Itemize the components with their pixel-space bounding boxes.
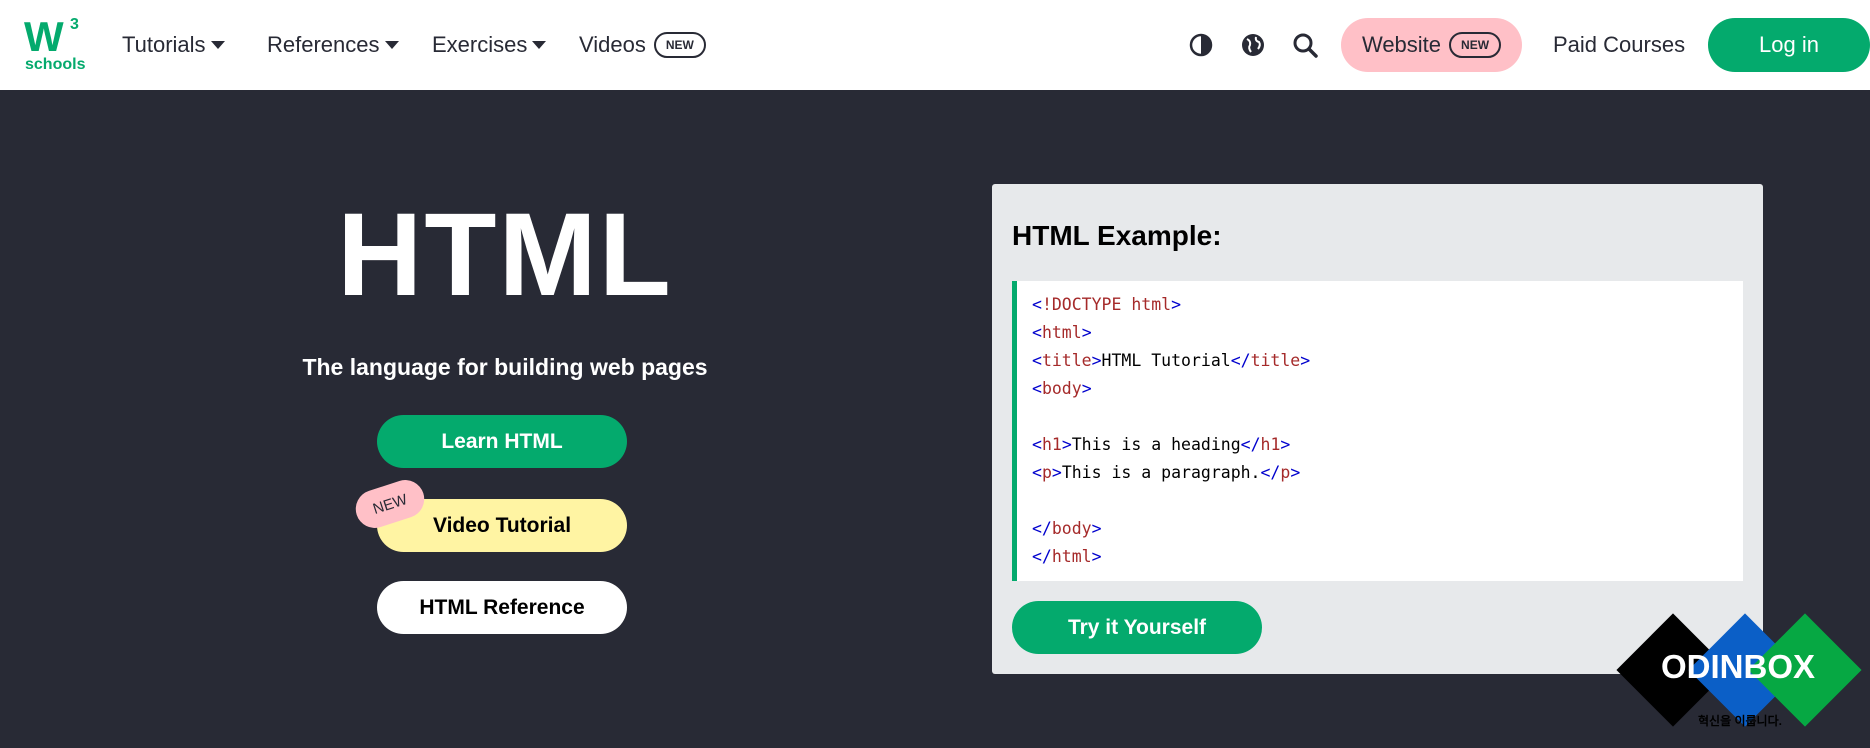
globe-icon[interactable] — [1238, 30, 1268, 60]
paid-courses-label: Paid Courses — [1553, 32, 1686, 57]
nav-videos-label: Videos — [579, 32, 646, 57]
website-label: Website — [1361, 32, 1442, 57]
logo-w: W — [24, 13, 64, 60]
code-text: This is a paragraph. — [1061, 463, 1261, 482]
code-tag: h1 — [1260, 435, 1281, 454]
nav-videos[interactable]: Videos NEW — [579, 28, 706, 62]
code-tag: body — [1051, 519, 1092, 538]
odinbox-watermark: ODINBOX 혁신을 이룹니다. — [1616, 612, 1862, 734]
code-line: <body> — [1032, 379, 1092, 398]
nav-exercises[interactable]: Exercises — [432, 28, 547, 62]
caret-down-icon — [532, 41, 547, 49]
code-line: <p>This is a paragraph.</p> — [1032, 463, 1301, 482]
logo-schools: schools — [25, 56, 86, 73]
code-text: HTML Tutorial — [1101, 351, 1231, 370]
code-tag: p — [1280, 463, 1291, 482]
code-line: </body> — [1032, 519, 1102, 538]
example-title: HTML Example: — [1012, 220, 1222, 251]
paid-courses-link[interactable]: Paid Courses — [1553, 28, 1685, 62]
html-reference-button[interactable]: HTML Reference — [377, 581, 627, 634]
code-text: This is a heading — [1071, 435, 1241, 454]
new-badge: NEW — [1449, 32, 1502, 58]
nav-tutorials[interactable]: Tutorials — [122, 28, 225, 62]
code-line: <html> — [1032, 323, 1092, 342]
page-subtitle: The language for building web pages — [302, 354, 708, 380]
code-tag: body — [1041, 379, 1082, 398]
html-example-panel: HTML Example: <!DOCTYPE html> <html> <ti… — [992, 184, 1763, 674]
nav-tutorials-label: Tutorials — [122, 32, 206, 57]
caret-down-icon — [384, 41, 399, 49]
nav-references[interactable]: References — [267, 28, 399, 62]
website-button[interactable]: Website NEW — [1341, 18, 1522, 72]
caret-down-icon — [210, 41, 225, 49]
search-icon[interactable] — [1290, 30, 1320, 60]
login-button[interactable]: Log in — [1708, 18, 1870, 72]
nav-references-label: References — [267, 32, 380, 57]
login-label: Log in — [1759, 32, 1819, 57]
code-doctype: !DOCTYPE html — [1041, 295, 1172, 314]
logo-3: 3 — [70, 16, 79, 33]
try-it-yourself-button[interactable]: Try it Yourself — [1012, 601, 1262, 654]
w3schools-logo[interactable]: W 3 schools — [24, 13, 86, 74]
code-tag: html — [1051, 547, 1092, 566]
code-tag: p — [1041, 463, 1052, 482]
code-line: <title>HTML Tutorial</title> — [1032, 351, 1311, 370]
watermark-subtext: 혁신을 이룹니다. — [1698, 714, 1782, 728]
page-title: HTML — [337, 189, 673, 321]
top-navigation: W 3 schools Tutorials References Exercis… — [0, 0, 1870, 90]
code-line: <h1>This is a heading</h1> — [1032, 435, 1291, 454]
code-line: </html> — [1032, 547, 1102, 566]
code-tag: title — [1041, 351, 1092, 370]
nav-exercises-label: Exercises — [432, 32, 528, 57]
code-tag: h1 — [1041, 435, 1062, 454]
code-tag: html — [1041, 323, 1082, 342]
code-tag: title — [1250, 351, 1301, 370]
watermark-text: ODINBOX — [1661, 648, 1816, 685]
code-block: <!DOCTYPE html> <html> <title>HTML Tutor… — [1012, 281, 1743, 581]
new-badge: NEW — [653, 32, 706, 58]
learn-html-button[interactable]: Learn HTML — [377, 415, 627, 468]
code-line: <!DOCTYPE html> — [1032, 295, 1182, 314]
contrast-icon[interactable] — [1186, 30, 1216, 60]
